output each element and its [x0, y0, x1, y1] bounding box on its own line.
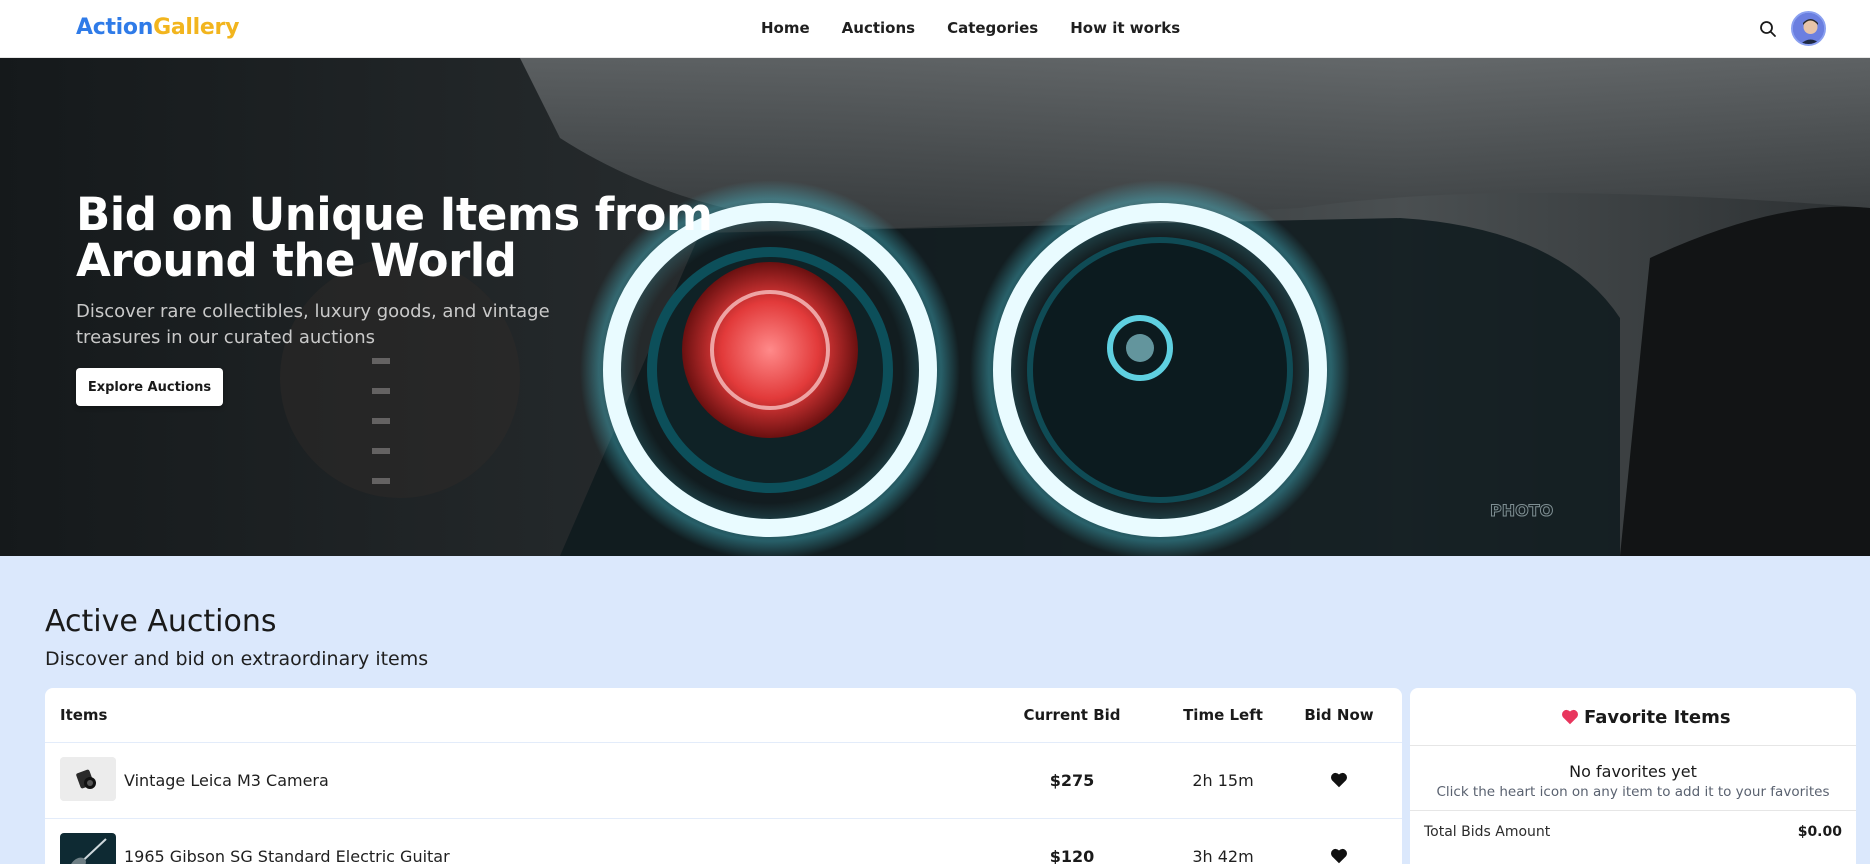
favorites-header: Favorite Items — [1410, 688, 1856, 746]
brand-logo[interactable]: ActionGallery — [76, 15, 239, 40]
col-header-current-bid[interactable]: Current Bid — [1012, 706, 1132, 724]
table-row[interactable]: Vintage Leica M3 Camera $275 2h 15m — [45, 742, 1402, 818]
section-subtitle: Discover and bid on extraordinary items — [45, 648, 429, 670]
item-name[interactable]: 1965 Gibson SG Standard Electric Guitar — [124, 847, 450, 864]
table-row[interactable]: 1965 Gibson SG Standard Electric Guitar … — [45, 818, 1402, 864]
hero-watermark: PHOTO — [1490, 501, 1553, 520]
search-icon[interactable] — [1759, 20, 1777, 38]
col-header-items[interactable]: Items — [60, 706, 107, 724]
user-avatar[interactable] — [1791, 11, 1826, 46]
favorites-total-row: Total Bids Amount $0.00 — [1410, 810, 1856, 850]
time-left: 2h 15m — [1192, 771, 1254, 790]
hero-title: Bid on Unique Items from Around the Worl… — [76, 188, 713, 287]
section-title: Active Auctions — [45, 604, 277, 639]
heart-icon[interactable] — [1330, 772, 1348, 788]
heart-icon — [1561, 709, 1579, 725]
col-header-time-left[interactable]: Time Left — [1168, 706, 1278, 724]
current-bid: $275 — [1049, 771, 1095, 790]
main-nav: Home Auctions Categories How it works — [761, 19, 1212, 37]
current-bid: $120 — [1049, 847, 1095, 864]
hero-banner: PHOTO Bid on Unique Items from Around th… — [0, 58, 1870, 556]
total-bids-label: Total Bids Amount — [1424, 824, 1551, 840]
total-bids-value: $0.00 — [1797, 824, 1842, 840]
favorites-panel: Favorite Items No favorites yet Click th… — [1410, 688, 1856, 864]
nav-how-it-works[interactable]: How it works — [1070, 19, 1180, 37]
favorites-empty-title: No favorites yet — [1569, 762, 1697, 781]
col-header-bid-now: Bid Now — [1304, 706, 1374, 724]
explore-auctions-button[interactable]: Explore Auctions — [76, 368, 223, 406]
hero-subtitle: Discover rare collectibles, luxury goods… — [76, 301, 550, 348]
time-left: 3h 42m — [1192, 847, 1254, 864]
nav-home[interactable]: Home — [761, 19, 810, 37]
logo-text-primary: Action — [76, 15, 154, 40]
auctions-table: Items Current Bid Time Left Bid Now Vint… — [45, 688, 1402, 864]
item-name[interactable]: Vintage Leica M3 Camera — [124, 771, 329, 790]
favorites-empty-hint: Click the heart icon on any item to add … — [1436, 784, 1830, 800]
favorites-title: Favorite Items — [1584, 707, 1731, 728]
heart-icon[interactable] — [1330, 848, 1348, 864]
logo-text-accent: Gallery — [153, 15, 240, 40]
top-navbar: ActionGallery Home Auctions Categories H… — [0, 0, 1870, 58]
nav-auctions[interactable]: Auctions — [842, 19, 915, 37]
nav-categories[interactable]: Categories — [947, 19, 1038, 37]
camera-thumb — [60, 757, 116, 801]
guitar-thumb — [60, 833, 116, 864]
